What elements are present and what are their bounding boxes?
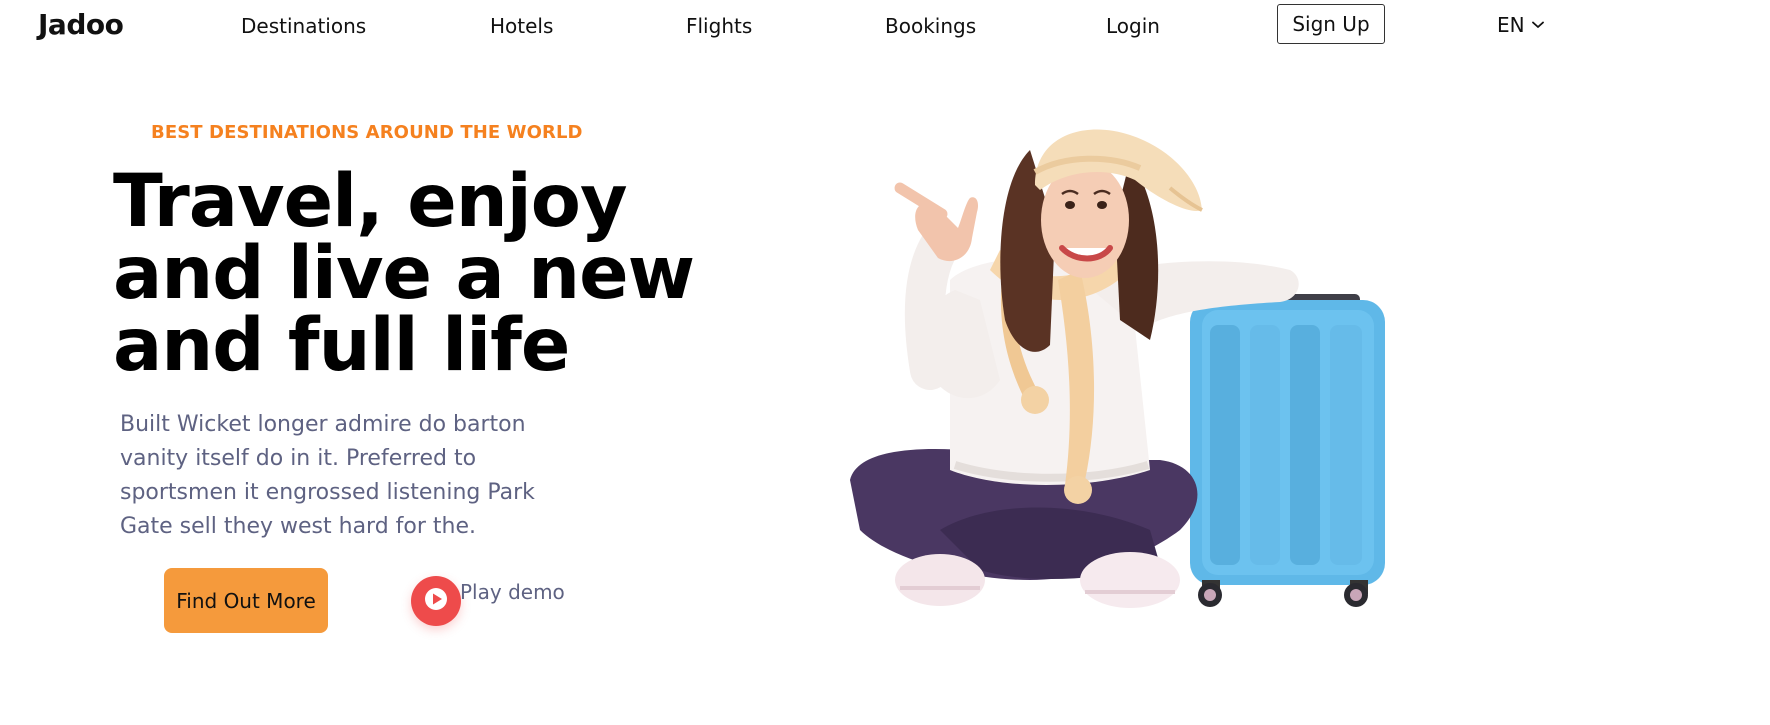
chevron-down-icon	[1531, 21, 1544, 29]
nav-link-bookings[interactable]: Bookings	[885, 14, 976, 38]
play-demo-label[interactable]: Play demo	[460, 580, 565, 604]
suitcase-illustration	[1190, 286, 1385, 607]
nav-link-hotels[interactable]: Hotels	[490, 14, 553, 38]
pointing-hand-illustration	[894, 182, 979, 262]
hero-traveler-image	[830, 110, 1420, 620]
play-icon	[425, 587, 447, 616]
hero-headline: Travel, enjoy and live a new and full li…	[113, 159, 695, 388]
headline-line: Travel, enjoy	[113, 159, 628, 244]
headline-line: and full life	[113, 303, 570, 388]
language-selector[interactable]: EN	[1497, 13, 1544, 37]
nav-link-destinations[interactable]: Destinations	[241, 14, 366, 38]
sign-up-button[interactable]: Sign Up	[1277, 4, 1385, 44]
headline-line: and live a new	[113, 231, 695, 316]
traveler-illustration	[850, 129, 1385, 608]
nav-link-login[interactable]: Login	[1106, 14, 1160, 38]
play-demo-button[interactable]	[411, 576, 461, 626]
hero-description: Built Wicket longer admire do barton van…	[120, 412, 535, 539]
brand-logo[interactable]: Jadoo	[38, 8, 124, 41]
language-label: EN	[1497, 13, 1525, 37]
nav-link-flights[interactable]: Flights	[686, 14, 752, 38]
hero-kicker: BEST DESTINATIONS AROUND THE WORLD	[151, 122, 583, 143]
find-out-more-button[interactable]: Find Out More	[164, 568, 328, 633]
landing-page: Jadoo Destinations Hotels Flights Bookin…	[0, 0, 1770, 725]
